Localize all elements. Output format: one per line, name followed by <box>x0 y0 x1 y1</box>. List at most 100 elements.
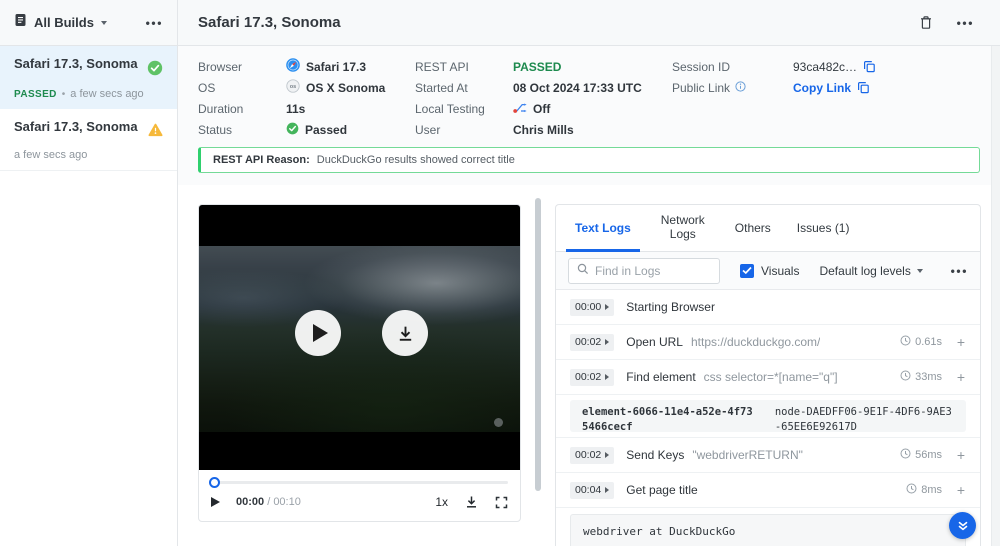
log-timestamp-badge[interactable]: 00:04 <box>570 482 614 499</box>
visuals-checkbox[interactable] <box>740 264 754 278</box>
detail-value: OS X Sonoma <box>306 81 385 95</box>
log-action: Starting Browser <box>626 300 715 314</box>
safari-icon <box>286 58 300 75</box>
check-circle-icon <box>286 122 299 138</box>
visuals-label: Visuals <box>761 264 799 278</box>
os-icon: os <box>286 79 300 96</box>
tab-others[interactable]: Others <box>722 205 784 251</box>
clock-icon <box>900 333 911 351</box>
log-row[interactable]: 00:02 Find element css selector=*[name="… <box>556 360 980 395</box>
tab-network-logs[interactable]: Network Logs <box>644 205 722 251</box>
page-scrollbar[interactable] <box>991 46 1000 546</box>
copy-session-id-button[interactable] <box>863 60 876 73</box>
video-seek-bar[interactable] <box>211 481 508 484</box>
detail-row-session-id: Session ID 93ca482c… <box>672 56 876 77</box>
find-in-logs-search[interactable] <box>568 258 720 284</box>
build-item-warning[interactable]: Safari 17.3, Sonoma a few secs ago <box>0 109 177 171</box>
tab-issues[interactable]: Issues (1) <box>784 205 863 251</box>
chevron-down-icon <box>917 269 923 273</box>
logs-more-menu[interactable]: ••• <box>951 264 968 278</box>
log-timestamp-badge[interactable]: 00:02 <box>570 369 614 386</box>
delete-session-button[interactable] <box>919 15 933 31</box>
copy-public-link-button[interactable] <box>857 81 870 94</box>
video-player-panel: 00:00 / 00:10 1x <box>198 204 521 522</box>
log-row[interactable]: 00:04 Get page title 8ms + <box>556 473 980 508</box>
all-builds-dropdown[interactable]: All Builds <box>14 13 107 32</box>
banner-text: DuckDuckGo results showed correct title <box>317 154 515 166</box>
builds-doc-icon <box>14 13 27 32</box>
session-content: 00:00 / 00:10 1x Text Logs Network Logs … <box>178 185 1000 546</box>
detail-label: Session ID <box>672 60 793 74</box>
download-icon <box>396 324 415 343</box>
scroll-to-bottom-button[interactable] <box>949 512 976 539</box>
video-download-overlay-button[interactable] <box>382 310 428 356</box>
log-timestamp-badge[interactable]: 00:00 <box>570 299 614 316</box>
detail-row-local-testing: Local Testing Off <box>415 98 642 119</box>
video-play-overlay-button[interactable] <box>295 310 341 356</box>
play-button[interactable] <box>211 497 220 507</box>
search-input[interactable] <box>595 264 711 278</box>
expand-log-button[interactable]: + <box>956 447 966 463</box>
local-testing-icon <box>513 101 527 117</box>
detail-value: 11s <box>286 102 305 116</box>
log-detail: css selector=*[name="q"] <box>704 370 838 384</box>
log-row[interactable]: 00:00 Starting Browser <box>556 290 980 325</box>
logs-tab-bar: Text Logs Network Logs Others Issues (1) <box>556 205 980 252</box>
video-time-separator: / <box>264 496 273 508</box>
expand-log-button[interactable]: + <box>956 334 966 350</box>
playback-speed-button[interactable]: 1x <box>435 495 448 509</box>
info-icon[interactable] <box>735 81 746 95</box>
session-title: Safari 17.3, Sonoma <box>198 14 341 31</box>
detail-label: User <box>415 123 513 137</box>
rest-api-reason-banner: REST API Reason: DuckDuckGo results show… <box>198 147 980 173</box>
detail-value: Off <box>533 102 550 116</box>
video-download-button[interactable] <box>465 495 478 509</box>
detail-row-browser: Browser Safari 17.3 <box>198 56 385 77</box>
download-icon <box>465 495 478 509</box>
detail-label: Public Link <box>672 81 730 95</box>
log-row[interactable]: 00:02 Send Keys "webdriverRETURN" 56ms + <box>556 438 980 473</box>
video-time: 00:00 / 00:10 <box>236 496 301 508</box>
log-detail: "webdriverRETURN" <box>692 448 803 462</box>
session-header: Safari 17.3, Sonoma ••• <box>178 0 1000 46</box>
log-duration: 56ms <box>915 449 942 461</box>
app-window: All Builds ••• Safari 17.3, Sonoma PASSE… <box>0 0 1000 546</box>
video-frame[interactable] <box>199 205 520 470</box>
log-code-row: webdriver at DuckDuckGo <box>556 508 980 546</box>
copy-link-button[interactable]: Copy Link <box>793 81 851 95</box>
log-row[interactable]: 00:02 Open URL https://duckduckgo.com/ 0… <box>556 325 980 360</box>
detail-row-os: OS os OS X Sonoma <box>198 77 385 98</box>
log-timestamp-badge[interactable]: 00:02 <box>570 334 614 351</box>
tab-text-logs[interactable]: Text Logs <box>562 205 644 251</box>
detail-value: 08 Oct 2024 17:33 UTC <box>513 81 642 95</box>
fullscreen-button[interactable] <box>495 496 508 509</box>
builds-dropdown-label: All Builds <box>34 15 94 30</box>
banner-label: REST API Reason: <box>213 154 310 166</box>
warning-triangle-icon <box>148 123 163 142</box>
log-detail: https://duckduckgo.com/ <box>691 335 820 349</box>
expand-log-button[interactable]: + <box>956 369 966 385</box>
session-more-menu[interactable]: ••• <box>957 16 974 30</box>
log-timestamp-badge[interactable]: 00:02 <box>570 447 614 464</box>
detail-value: Passed <box>305 123 347 137</box>
seek-knob[interactable] <box>209 477 220 488</box>
logs-filter-bar: Visuals Default log levels ••• <box>556 252 980 290</box>
detail-label: Started At <box>415 81 513 95</box>
build-title: Safari 17.3, Sonoma <box>14 56 138 71</box>
expand-log-button[interactable]: + <box>956 482 966 498</box>
build-item-passed[interactable]: Safari 17.3, Sonoma PASSED • a few secs … <box>0 46 177 109</box>
watermark-dot <box>494 418 503 427</box>
log-levels-dropdown[interactable]: Default log levels <box>819 264 922 278</box>
detail-label: Duration <box>198 102 286 116</box>
video-controls: 00:00 / 00:10 1x <box>199 484 520 509</box>
rest-api-status: PASSED <box>513 60 561 74</box>
content-scrollbar-thumb[interactable] <box>535 198 541 491</box>
detail-value: Chris Mills <box>513 123 574 137</box>
build-timestamp: a few secs ago <box>14 149 87 161</box>
logs-panel: Text Logs Network Logs Others Issues (1)… <box>555 204 981 546</box>
log-action: Get page title <box>626 483 697 497</box>
sidebar-more-menu[interactable]: ••• <box>146 16 163 30</box>
trash-icon <box>919 15 933 31</box>
search-icon <box>577 262 589 280</box>
visuals-toggle[interactable]: Visuals <box>740 264 799 278</box>
